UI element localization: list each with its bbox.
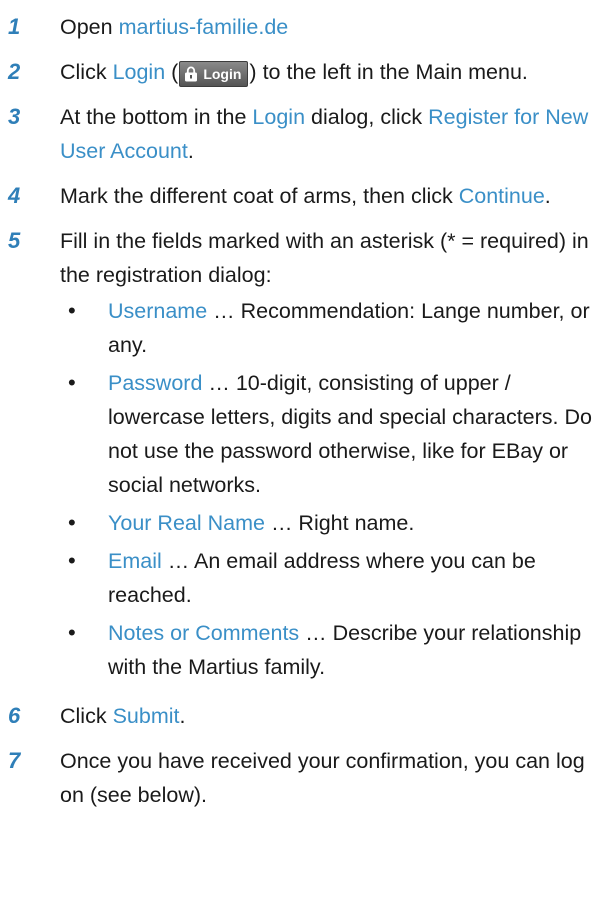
- bullet: •: [68, 510, 76, 535]
- step-7: 7 Once you have received your confirmati…: [8, 744, 592, 812]
- bullet: •: [68, 370, 76, 395]
- step-number: 3: [8, 104, 21, 129]
- step-number: 6: [8, 703, 21, 728]
- step-text: Click Submit.: [60, 699, 592, 733]
- step-text-suffix: .: [544, 184, 551, 208]
- field-desc: … An email address where you can be reac…: [108, 549, 536, 607]
- step-text-prefix: At the bottom in the: [60, 105, 253, 129]
- field-list: • Username … Recommendation: Lange numbe…: [60, 294, 592, 684]
- field-description: Email … An email address where you can b…: [108, 544, 592, 612]
- field-name-password[interactable]: Password: [108, 371, 202, 395]
- step-text-suffix: .: [187, 139, 194, 163]
- step-text: Open martius-familie.de: [60, 10, 592, 44]
- login-dialog-link[interactable]: Login: [252, 105, 305, 129]
- step-text: Fill in the fields marked with an asteri…: [60, 224, 592, 688]
- list-item: • Your Real Name … Right name.: [60, 506, 592, 540]
- step-4: 4 Mark the different coat of arms, then …: [8, 179, 592, 213]
- field-description: Notes or Comments … Describe your relati…: [108, 616, 592, 684]
- login-badge-label: Login: [203, 66, 242, 82]
- login-button-image: Login: [179, 61, 249, 87]
- list-item: • Email … An email address where you can…: [60, 544, 592, 612]
- step-number: 5: [8, 228, 21, 253]
- field-name-username[interactable]: Username: [108, 299, 207, 323]
- bullet: •: [68, 548, 76, 573]
- step-text-prefix: Mark the different coat of arms, then cl…: [60, 184, 459, 208]
- list-item: • Notes or Comments … Describe your rela…: [60, 616, 592, 684]
- step-text: Mark the different coat of arms, then cl…: [60, 179, 592, 213]
- login-link[interactable]: Login: [113, 60, 166, 84]
- field-description: Password … 10-digit, consisting of upper…: [108, 366, 592, 502]
- step-text-prefix: Open: [60, 15, 119, 39]
- step-number: 4: [8, 183, 21, 208]
- bullet: •: [68, 620, 76, 645]
- list-item: • Username … Recommendation: Lange numbe…: [60, 294, 592, 362]
- step-text: Once you have received your confirmation…: [60, 749, 585, 807]
- step-text: At the bottom in the Login dialog, click…: [60, 100, 592, 168]
- step-text-middle: dialog, click: [305, 105, 429, 129]
- lock-icon: [185, 66, 198, 82]
- paren-open: (: [165, 60, 179, 84]
- step-number: 7: [8, 748, 21, 773]
- field-description: Your Real Name … Right name.: [108, 506, 592, 540]
- field-name-notes[interactable]: Notes or Comments: [108, 621, 299, 645]
- field-desc: … Right name.: [264, 511, 415, 535]
- field-name-real-name[interactable]: Your Real Name: [108, 511, 265, 535]
- step-text-prefix: Click: [60, 704, 113, 728]
- field-name-email[interactable]: Email: [108, 549, 162, 573]
- step-text-intro: Fill in the fields marked with an asteri…: [60, 229, 589, 287]
- step-1: 1 Open martius-familie.de: [8, 10, 592, 44]
- site-link[interactable]: martius-familie.de: [119, 15, 289, 39]
- bullet: •: [68, 298, 76, 323]
- step-5: 5 Fill in the fields marked with an aste…: [8, 224, 592, 688]
- step-number: 1: [8, 14, 21, 39]
- step-number: 2: [8, 59, 21, 84]
- instructions-page: 1 Open martius-familie.de 2 Click Login …: [0, 0, 606, 902]
- step-text-prefix: Click: [60, 60, 113, 84]
- step-3: 3 At the bottom in the Login dialog, cli…: [8, 100, 592, 168]
- field-description: Username … Recommendation: Lange number,…: [108, 294, 592, 362]
- step-text-suffix: to the left in the Main menu.: [256, 60, 528, 84]
- step-text: Click Login (Login) to the left in the M…: [60, 55, 592, 89]
- paren-close: ): [249, 60, 257, 84]
- continue-link[interactable]: Continue: [459, 184, 545, 208]
- submit-link[interactable]: Submit: [113, 704, 180, 728]
- step-6: 6 Click Submit.: [8, 699, 592, 733]
- step-text-suffix: .: [179, 704, 186, 728]
- list-item: • Password … 10-digit, consisting of upp…: [60, 366, 592, 502]
- step-2: 2 Click Login (Login) to the left in the…: [8, 55, 592, 89]
